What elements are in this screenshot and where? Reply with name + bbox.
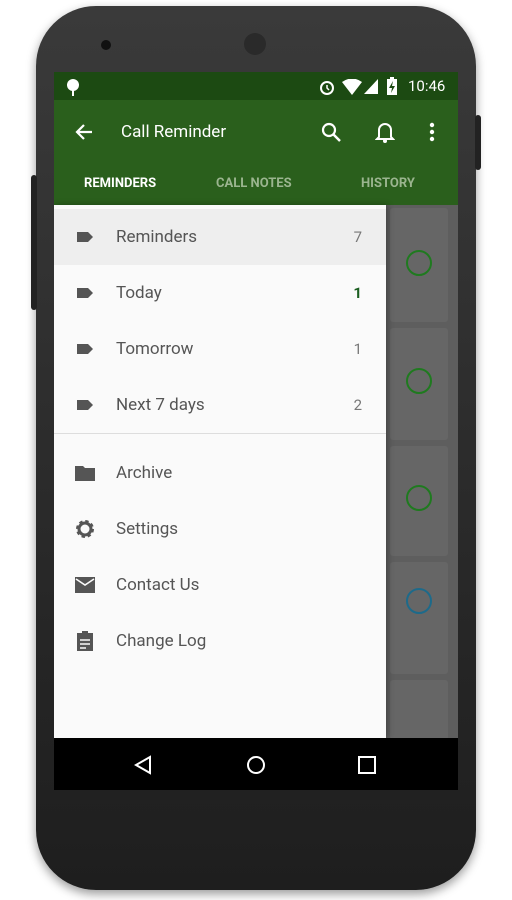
status-bar: 10:46 xyxy=(54,72,458,100)
alarm-icon xyxy=(320,81,334,95)
status-time: 10:46 xyxy=(408,77,446,95)
drawer-item-today[interactable]: Today 1 xyxy=(54,265,386,321)
drawer-item-label: Contact Us xyxy=(116,575,200,595)
more-vert-icon[interactable] xyxy=(428,122,436,142)
gear-icon xyxy=(76,520,94,538)
front-camera xyxy=(101,40,111,50)
drawer-item-settings[interactable]: Settings xyxy=(54,501,386,557)
phone-icon xyxy=(406,485,432,511)
signal-icon xyxy=(364,79,378,94)
volume-button xyxy=(31,175,37,310)
drawer-item-next-7-days[interactable]: Next 7 days 2 xyxy=(54,377,386,433)
phone-icon xyxy=(406,368,432,394)
label-icon xyxy=(77,232,93,242)
drawer-item-label: Today xyxy=(116,283,162,303)
label-icon xyxy=(77,288,93,298)
power-button xyxy=(475,115,481,170)
reminder-card[interactable] xyxy=(390,680,448,740)
speaker-grille xyxy=(244,33,266,55)
back-arrow-icon[interactable] xyxy=(74,122,94,142)
screen: 10:46 Call Reminder REMINDERS CALL NOTES… xyxy=(54,72,458,790)
search-icon[interactable] xyxy=(321,122,341,142)
navigation-drawer: Reminders 7 Today 1 Tomorrow 1 Next 7 da… xyxy=(54,205,386,738)
drawer-item-reminders[interactable]: Reminders 7 xyxy=(54,209,386,265)
battery-charging-icon xyxy=(387,77,397,95)
label-icon xyxy=(77,400,93,410)
mail-icon xyxy=(75,577,95,593)
drawer-item-count: 2 xyxy=(353,396,362,414)
drawer-item-count: 1 xyxy=(353,284,362,302)
drawer-item-label: Reminders xyxy=(116,227,198,247)
tab-history[interactable]: HISTORY xyxy=(361,176,415,191)
back-nav-icon[interactable] xyxy=(134,755,152,775)
message-icon xyxy=(406,588,432,614)
drawer-item-label: Archive xyxy=(116,463,173,483)
drawer-item-count: 1 xyxy=(353,340,362,358)
reminder-card[interactable] xyxy=(390,562,448,674)
app-title: Call Reminder xyxy=(121,122,227,142)
drawer-item-label: Settings xyxy=(116,519,179,539)
tab-call-notes[interactable]: CALL NOTES xyxy=(216,176,292,191)
drawer-item-tomorrow[interactable]: Tomorrow 1 xyxy=(54,321,386,377)
home-nav-icon[interactable] xyxy=(246,755,266,775)
folder-icon xyxy=(75,466,95,481)
drawer-item-label: Tomorrow xyxy=(116,339,194,359)
drawer-item-archive[interactable]: Archive xyxy=(54,445,386,501)
drawer-item-label: Change Log xyxy=(116,631,207,651)
bell-icon[interactable] xyxy=(375,121,395,143)
label-icon xyxy=(77,344,93,354)
clipboard-icon xyxy=(77,631,93,651)
drawer-item-label: Next 7 days xyxy=(116,395,205,415)
tab-reminders[interactable]: REMINDERS xyxy=(84,176,156,191)
drawer-item-change-log[interactable]: Change Log xyxy=(54,613,386,669)
navigation-bar xyxy=(54,738,458,790)
toolbar: Call Reminder REMINDERS CALL NOTES HISTO… xyxy=(54,100,458,232)
drawer-item-count: 7 xyxy=(353,228,362,246)
phone-icon xyxy=(406,250,432,276)
android-icon xyxy=(67,79,79,96)
divider xyxy=(54,433,386,434)
wifi-icon xyxy=(342,79,362,95)
recents-nav-icon[interactable] xyxy=(358,756,376,774)
drawer-item-contact-us[interactable]: Contact Us xyxy=(54,557,386,613)
